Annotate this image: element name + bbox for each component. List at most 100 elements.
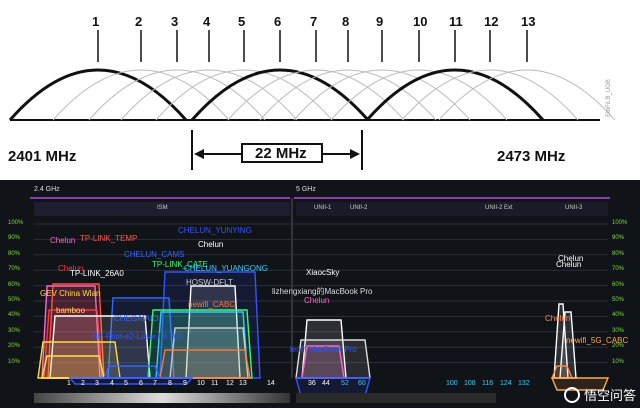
network-label: leo的MacBook Pro bbox=[290, 345, 357, 354]
network-label: Chelun bbox=[556, 260, 582, 269]
channel-5-44: 44 bbox=[322, 380, 330, 387]
channel-24-3: 3 bbox=[95, 380, 99, 387]
channel-label-3: 3 bbox=[171, 14, 179, 29]
channel-label-10: 10 bbox=[413, 14, 428, 29]
network-signal-13 bbox=[102, 365, 162, 379]
channel-label-13: 13 bbox=[521, 14, 536, 29]
y-label-left: 30% bbox=[8, 327, 21, 334]
network-label: Chelun bbox=[304, 296, 330, 305]
start-frequency: 2401 MHz bbox=[8, 148, 77, 165]
channel-24-9: 9 bbox=[183, 380, 187, 387]
y-label-right: 40% bbox=[612, 312, 625, 319]
spectrum-bar-24 bbox=[34, 393, 290, 403]
y-label-left: 40% bbox=[8, 312, 21, 319]
channel-5-124: 124 bbox=[500, 380, 512, 387]
network-label: Chelun bbox=[50, 236, 76, 245]
channel-24-14: 14 bbox=[267, 380, 275, 387]
channel-5-100: 100 bbox=[446, 380, 458, 387]
channel-arc-6 bbox=[190, 68, 370, 121]
channel-24-13: 13 bbox=[239, 380, 247, 387]
network-label: HQSW-DFLT bbox=[186, 278, 233, 287]
end-frequency: 2473 MHz bbox=[497, 148, 566, 165]
channel-label-1: 1 bbox=[92, 14, 100, 29]
wifi-analyzer-panel: 2.4 GHz 5 GHz ISM UNII-1 UNII-2 UNII-2 E… bbox=[0, 180, 640, 408]
network-label: GEV China Wlan bbox=[40, 289, 101, 298]
channel-label-11: 11 bbox=[449, 14, 463, 29]
y-label-right: 90% bbox=[612, 235, 625, 242]
channel-arc-2 bbox=[52, 69, 230, 121]
channel-5-116: 116 bbox=[482, 380, 494, 387]
network-label: TP-LINK_26A0 bbox=[70, 269, 124, 278]
channel-24-10: 10 bbox=[197, 380, 205, 387]
y-label-right: 100% bbox=[612, 220, 628, 226]
y-label-left: 50% bbox=[8, 297, 21, 303]
channel-24-11: 11 bbox=[211, 380, 219, 387]
channel-5-132: 132 bbox=[518, 380, 530, 387]
ism-label: ISM bbox=[157, 205, 168, 211]
y-label-left: 60% bbox=[8, 281, 21, 288]
band-24-label: 2.4 GHz bbox=[34, 186, 60, 193]
channel-label-6: 6 bbox=[274, 14, 282, 29]
logo-icon bbox=[563, 386, 580, 403]
channel-5-36: 36 bbox=[308, 380, 316, 387]
watermark-logo: 悟空问答 bbox=[563, 385, 636, 404]
unii1-label: UNII-1 bbox=[314, 205, 332, 211]
band-5-label: 5 GHz bbox=[296, 186, 316, 193]
network-label: bamboo bbox=[56, 306, 85, 315]
channel-label-8: 8 bbox=[342, 14, 350, 29]
y-label-right: 60% bbox=[612, 281, 625, 288]
unii-band bbox=[296, 202, 608, 216]
network-label: HP-Print-e2-LaserJet 200 bbox=[92, 332, 183, 341]
channel-24-5: 5 bbox=[124, 380, 128, 387]
channel-label-7: 7 bbox=[310, 14, 318, 29]
y-label-right: 50% bbox=[612, 297, 625, 303]
channel-label-2: 2 bbox=[135, 14, 143, 29]
network-label: CHELUN_CAMS bbox=[124, 250, 185, 259]
unii2-label: UNII-2 bbox=[350, 205, 368, 211]
network-label: TP-LINK_TEMP bbox=[80, 234, 138, 243]
network-signal-14 bbox=[68, 377, 194, 385]
channel-5-60: 60 bbox=[358, 380, 366, 387]
spectrum-bar-5 bbox=[296, 393, 496, 403]
channel-arc-3 bbox=[88, 69, 266, 121]
watermark-text: 悟空问答 bbox=[583, 389, 636, 404]
network-signal-12 bbox=[159, 349, 251, 379]
unii2ext-label: UNII-2 Ext bbox=[485, 205, 513, 211]
network-label: CHELUN_YUANGONG bbox=[184, 264, 269, 273]
network-label: CHEGAIAIO bbox=[114, 314, 159, 323]
y-label-left: 100% bbox=[8, 220, 24, 226]
channel-24-6: 6 bbox=[139, 380, 143, 387]
channel-24-12: 12 bbox=[226, 380, 234, 387]
network-label: newifi_CABC bbox=[188, 300, 236, 309]
channel-24-7: 7 bbox=[153, 380, 157, 387]
y-label-left: 90% bbox=[8, 235, 21, 242]
network-label: newifi_5G_CABC bbox=[566, 336, 629, 345]
y-label-left: 20% bbox=[8, 343, 21, 350]
channel-24-4: 4 bbox=[110, 380, 114, 387]
network-label: Chelun bbox=[545, 314, 571, 323]
channel-5-52: 52 bbox=[341, 380, 349, 387]
channel-24-2: 2 bbox=[81, 380, 85, 387]
channel-arc-1 bbox=[8, 68, 188, 121]
y-label-right: 70% bbox=[612, 266, 625, 273]
channel-overlap-diagram: 1 2 3 4 5 6 7 8 9 10 11 12 13 2401 MHz 2473 MHz 22 M… bbox=[0, 0, 640, 178]
y-label-right: 80% bbox=[612, 250, 625, 257]
channel-5-108: 108 bbox=[464, 380, 476, 387]
arrow-right-icon bbox=[350, 149, 360, 159]
network-label: XiaocSky bbox=[306, 268, 340, 277]
channel-arc-13 bbox=[438, 69, 616, 121]
network-label: Chelun bbox=[198, 240, 224, 249]
y-label-left: 80% bbox=[8, 250, 21, 257]
channel-24-8: 8 bbox=[168, 380, 172, 387]
channel-label-9: 9 bbox=[376, 14, 384, 29]
network-label: CHELUN_YUNYING bbox=[178, 226, 252, 235]
channel-24-1: 1 bbox=[67, 380, 71, 387]
unii3-label: UNII-3 bbox=[565, 205, 583, 211]
y-label-left: 10% bbox=[8, 358, 21, 365]
channel-label-5: 5 bbox=[238, 14, 246, 29]
channel-label-12: 12 bbox=[484, 14, 499, 29]
channel-label-4: 4 bbox=[203, 14, 211, 29]
y-label-left: 70% bbox=[8, 266, 21, 273]
arrow-left-icon bbox=[194, 149, 204, 159]
watermark: EthFiLB_UOB bbox=[605, 79, 612, 117]
